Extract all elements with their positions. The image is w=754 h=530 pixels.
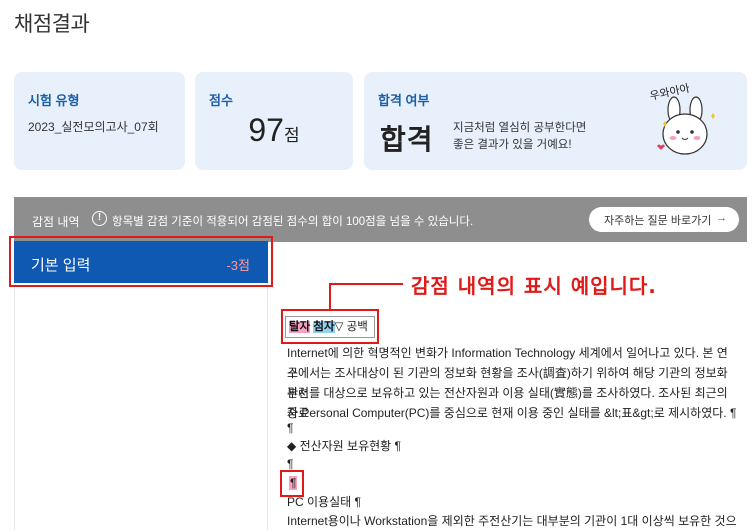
doc-line-7: ¶: [287, 457, 294, 471]
pass-result: 합격: [380, 123, 434, 156]
page-title: 채점결과: [14, 13, 90, 36]
exam-type-value: 2023_실전모의고사_07회: [28, 120, 159, 134]
deduction-title: 감점 내역: [32, 215, 80, 229]
exam-type-card: 시험 유형 2023_실전모의고사_07회: [14, 72, 185, 170]
score-unit: 점: [283, 126, 300, 145]
bunny-mascot-icon: 우와아아: [649, 82, 715, 155]
warning-icon: !: [92, 211, 107, 226]
exam-type-label: 시험 유형: [28, 93, 80, 108]
score-label: 점수: [209, 93, 233, 108]
pass-message-line2: 좋은 결과가 있을 거예요!: [453, 139, 572, 151]
pass-message-line1: 지금처럼 열심히 공부한다면: [453, 122, 587, 134]
annotation-text: 감점 내역의 표시 예입니다.: [411, 274, 657, 298]
score-card: 점수 97점: [195, 72, 353, 170]
annotation-line-horizontal: [329, 283, 403, 285]
highlight-box-legend: [281, 309, 379, 344]
faq-button[interactable]: 자주하는 질문 바로가기 →: [589, 207, 739, 232]
doc-line-6: ◆ 전산자원 보유현황 ¶: [287, 439, 401, 453]
doc-line-10: Internet용이나 Workstation을 제외한 주전산기는 대부분의 …: [287, 514, 737, 528]
faq-button-label: 자주하는 질문 바로가기: [604, 214, 712, 227]
pass-label: 합격 여부: [378, 93, 430, 108]
annotation-line-vertical: [329, 283, 331, 309]
highlight-box-category: [9, 236, 273, 287]
pass-message: 지금처럼 열심히 공부한다면 좋은 결과가 있을 거예요!: [453, 120, 586, 154]
arrow-right-icon: →: [716, 212, 727, 224]
deduction-note: 항목별 감점 기준이 적용되어 감점된 점수의 합이 100점을 넘을 수 있습…: [112, 216, 474, 228]
doc-line-9: PC 이용실태 ¶: [287, 495, 361, 509]
score-value: 97: [248, 112, 284, 148]
doc-line-5: ¶: [287, 421, 294, 435]
pass-card: 합격 여부 합격 지금처럼 열심히 공부한다면 좋은 결과가 있을 거예요! 우…: [364, 72, 747, 170]
